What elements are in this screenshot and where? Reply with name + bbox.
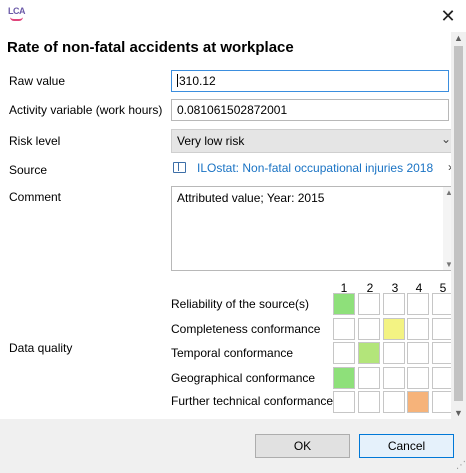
dq-cell-r5-c2[interactable]	[358, 391, 380, 413]
raw-value-text: 310.12	[179, 74, 216, 88]
dq-cell-r5-c4[interactable]	[407, 391, 429, 413]
dq-row-label-completeness: Completeness conformance	[171, 322, 321, 336]
risk-level-select[interactable]: Very low risk ⌄	[171, 129, 456, 153]
risk-level-label: Risk level	[9, 134, 61, 148]
risk-level-value: Very low risk	[177, 134, 245, 148]
page-title: Rate of non-fatal accidents at workplace	[7, 39, 294, 56]
dq-cell-r2-c4[interactable]	[407, 318, 429, 340]
dq-cell-r2-c2[interactable]	[358, 318, 380, 340]
app-logo-icon: LCA	[8, 6, 26, 22]
dq-cell-r3-c3[interactable]	[383, 342, 405, 364]
dialog-scrollbar[interactable]: ▲ ▼	[451, 32, 466, 419]
comment-text: Attributed value; Year: 2015	[177, 191, 325, 205]
dq-cell-r4-c2[interactable]	[358, 367, 380, 389]
activity-variable-label: Activity variable (work hours)	[9, 103, 163, 117]
dq-cell-r3-c1[interactable]	[333, 342, 355, 364]
source-link-text[interactable]: ILOstat: Non-fatal occupational injuries…	[197, 161, 433, 175]
logo-text: LCA	[8, 6, 26, 16]
dq-cell-r1-c4[interactable]	[407, 293, 429, 315]
dq-cell-r2-c1[interactable]	[333, 318, 355, 340]
resize-grip-icon[interactable]: ⋰	[456, 460, 466, 471]
dq-row-label-technical: Further technical conformance	[171, 394, 334, 408]
comment-label: Comment	[9, 190, 62, 204]
activity-variable-input[interactable]: 0.081061502872001	[171, 99, 449, 121]
ok-button[interactable]: OK	[255, 434, 350, 458]
dq-row-label-reliability: Reliability of the source(s)	[171, 297, 310, 311]
chevron-down-icon: ⌄	[440, 132, 451, 146]
dq-cell-r4-c3[interactable]	[383, 367, 405, 389]
source-link[interactable]: ILOstat: Non-fatal occupational injuries…	[171, 160, 456, 180]
dq-cell-r3-c4[interactable]	[407, 342, 429, 364]
raw-value-label: Raw value	[9, 74, 66, 88]
dq-cell-r3-c2[interactable]	[358, 342, 380, 364]
close-icon[interactable]: ✕	[436, 4, 460, 28]
dq-cell-r4-c1[interactable]	[333, 367, 355, 389]
dq-cell-r4-c4[interactable]	[407, 367, 429, 389]
cancel-button[interactable]: Cancel	[359, 434, 454, 458]
dialog-content: Rate of non-fatal accidents at workplace…	[0, 32, 466, 419]
source-label: Source	[9, 163, 48, 177]
title-bar: LCA ✕	[0, 0, 466, 32]
raw-value-input[interactable]: 310.12	[171, 70, 449, 92]
scroll-up-icon[interactable]: ▲	[454, 33, 463, 43]
scroll-down-icon[interactable]: ▼	[454, 408, 463, 418]
dq-cell-r1-c1[interactable]	[333, 293, 355, 315]
book-icon	[173, 162, 186, 173]
dq-cell-r5-c3[interactable]	[383, 391, 405, 413]
scrollbar-thumb[interactable]	[454, 46, 463, 401]
dialog-footer: OK Cancel ⋰	[0, 419, 466, 473]
dq-cell-r5-c1[interactable]	[333, 391, 355, 413]
dq-cell-r1-c3[interactable]	[383, 293, 405, 315]
dq-cell-r2-c3[interactable]	[383, 318, 405, 340]
comment-textarea[interactable]: Attributed value; Year: 2015 ▲ ▼	[171, 186, 456, 271]
dq-cell-r1-c2[interactable]	[358, 293, 380, 315]
dq-row-label-geographical: Geographical conformance	[171, 371, 316, 385]
dq-row-label-temporal: Temporal conformance	[171, 346, 294, 360]
data-quality-label: Data quality	[9, 341, 73, 355]
